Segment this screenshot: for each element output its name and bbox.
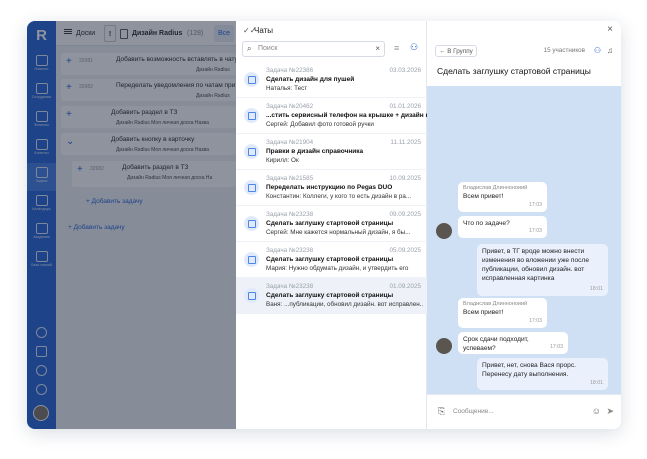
task-icon <box>244 108 259 123</box>
sender-avatar[interactable] <box>436 223 452 239</box>
close-icon[interactable]: × <box>607 24 613 35</box>
messages-area: Владислав Длинноноиий Всем привет! 17:03… <box>427 86 621 394</box>
sender-avatar[interactable] <box>436 338 452 354</box>
task-icon <box>244 180 259 195</box>
members-count: 15 участников <box>543 47 585 54</box>
app-window: R Новости Сотрудники Финансы Клиенты Зад… <box>27 21 621 429</box>
chats-title: Чаты <box>254 26 274 35</box>
modal-backdrop[interactable] <box>27 21 236 429</box>
conversation-header: × ← В Группу 15 участников ⚇ ♫ Сделать з… <box>427 21 621 86</box>
clear-icon[interactable]: × <box>375 44 380 53</box>
bell-icon[interactable]: ♫ <box>607 46 613 55</box>
emoji-icon[interactable]: ☺ <box>592 406 601 416</box>
message-input[interactable]: Сообщение... <box>453 408 494 415</box>
attach-icon[interactable]: ⎘ <box>438 406 445 417</box>
my-message-bubble: Привет, в ТГ вроде можно внести изменени… <box>477 244 608 296</box>
message-input-bar: ⎘ Сообщение... ☺ ➤ <box>427 394 621 429</box>
message-bubble: Срок сдачи подходит, успеваем? 17:03 <box>458 332 568 354</box>
task-icon <box>244 252 259 267</box>
search-icon: ⌕ <box>247 44 252 53</box>
task-icon <box>244 72 259 87</box>
chat-list-item-selected[interactable]: Задача №23238 01.09.2025 Сделать заглушку … <box>236 278 427 314</box>
members-icon[interactable]: ⚇ <box>594 46 601 55</box>
back-to-group-button[interactable]: ← В Группу <box>435 45 477 57</box>
chat-search-input[interactable]: ⌕ Поиск × <box>242 41 385 57</box>
message-bubble: Владислав Длинноноиий Всем привет! 17:03 <box>458 182 547 212</box>
send-icon[interactable]: ➤ <box>606 406 614 417</box>
my-message-bubble: Привет, нет, снова Вася прорс. Перенесу … <box>477 358 608 390</box>
add-user-icon[interactable]: ⚇ <box>410 42 418 53</box>
task-icon <box>244 216 259 231</box>
message-bubble: Владислав Длинноноиий Всем привет! 17:03 <box>458 298 547 328</box>
task-icon <box>244 288 259 303</box>
chat-list-item[interactable]: Задача №21585 10.09.2025 Переделать инстру… <box>236 170 427 206</box>
task-icon <box>244 144 259 159</box>
chat-list-item[interactable]: Задача №20462 01.01.2026 ...стить сервисны… <box>236 98 434 134</box>
chat-list-item[interactable]: Задача №22386 03.03.2026 Сделать дизайн дл… <box>236 62 427 98</box>
chat-list-item[interactable]: Задача №23238 05.09.2025 Сделать заглушку … <box>236 242 427 278</box>
filter-icon[interactable]: ≡ <box>394 43 399 53</box>
message-bubble: Что по задаче? 17:03 <box>458 216 547 238</box>
chat-list-item[interactable]: Задача №23238 09.09.2025 Сделать заглушку … <box>236 206 427 242</box>
chat-list-header: ✓✓ Чаты <box>236 21 427 41</box>
chat-list-item[interactable]: Задача №21904 11.11.2025 Правки в дизайн с… <box>236 134 427 170</box>
chat-list-panel: ✓✓ Чаты ⌕ Поиск × ≡ ⚇ Задача №22386 03.03… <box>236 21 434 429</box>
conversation-title: Сделать заглушку стартовой страницы <box>437 66 591 76</box>
conversation-panel: × ← В Группу 15 участников ⚇ ♫ Сделать з… <box>427 21 621 429</box>
